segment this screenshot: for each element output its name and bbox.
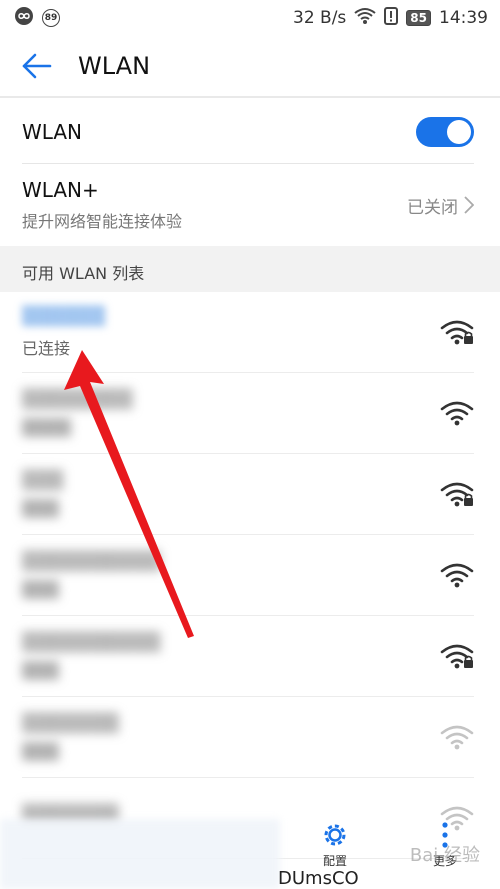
back-arrow-icon (22, 53, 52, 79)
wlan-plus-row[interactable]: WLAN+ 提升网络智能连接体验 已关闭 (22, 164, 474, 246)
network-status: ▒▒▒ (22, 499, 59, 518)
wlan-plus-text: WLAN+ 提升网络智能连接体验 (22, 178, 182, 232)
available-networks-header: 可用 WLAN 列表 (0, 246, 500, 292)
network-name: ▒▒▒ (22, 470, 64, 491)
wifi-locked-icon (440, 481, 474, 507)
chevron-right-icon (464, 196, 474, 214)
red-arrow-annotation (64, 350, 194, 638)
wlan-toggle-row[interactable]: WLAN (22, 100, 474, 164)
toggle-knob (447, 119, 471, 144)
wifi-icon (440, 400, 474, 426)
wlan-plus-status: 已关闭 (407, 193, 474, 218)
config-label: 配置 (322, 854, 347, 868)
status-bar: 89 32 B/s 85 14:39 (0, 0, 500, 36)
watermark: Bai 经验 (409, 845, 480, 866)
wifi-icon (440, 562, 474, 588)
wifi-status-icon (354, 7, 376, 30)
wifi-icon (440, 724, 474, 750)
network-name: ▒▒▒▒▒▒ (22, 305, 106, 327)
wlan-plus-status-text: 已关闭 (407, 197, 458, 218)
wifi-locked-icon (440, 319, 474, 345)
back-button[interactable] (0, 35, 78, 97)
app-bar: WLAN (0, 36, 500, 98)
page-title: WLAN (78, 52, 151, 80)
infinity-icon (14, 6, 34, 31)
config-button[interactable]: 配置 (280, 821, 390, 869)
gear-icon (324, 824, 346, 846)
battery-indicator: 85 (406, 10, 431, 26)
wifi-locked-icon (440, 643, 474, 669)
network-status: ▒▒▒ (22, 742, 59, 761)
status-right: 32 B/s 85 14:39 (293, 6, 488, 30)
network-item[interactable]: ▒▒▒▒▒▒▒ ▒▒▒ (22, 697, 474, 778)
wlan-plus-subtitle: 提升网络智能连接体验 (22, 212, 183, 231)
net-speed: 32 B/s (293, 8, 347, 28)
bottom-network-text: DUmsCO (278, 868, 359, 889)
network-text: ▒▒▒▒▒▒▒ ▒▒▒ (22, 713, 119, 761)
wlan-toggle-label: WLAN (22, 119, 83, 144)
network-text: ▒▒▒ ▒▒▒ (22, 470, 64, 518)
notification-badge: 89 (42, 9, 60, 27)
network-name: ▒▒▒▒▒▒▒ (22, 713, 119, 734)
wlan-toggle-switch[interactable] (416, 116, 474, 147)
alert-icon (384, 6, 399, 30)
status-left: 89 (14, 6, 60, 31)
clock: 14:39 (439, 8, 488, 28)
wlan-plus-title: WLAN+ (22, 178, 99, 202)
network-status: ▒▒▒ (22, 661, 59, 680)
